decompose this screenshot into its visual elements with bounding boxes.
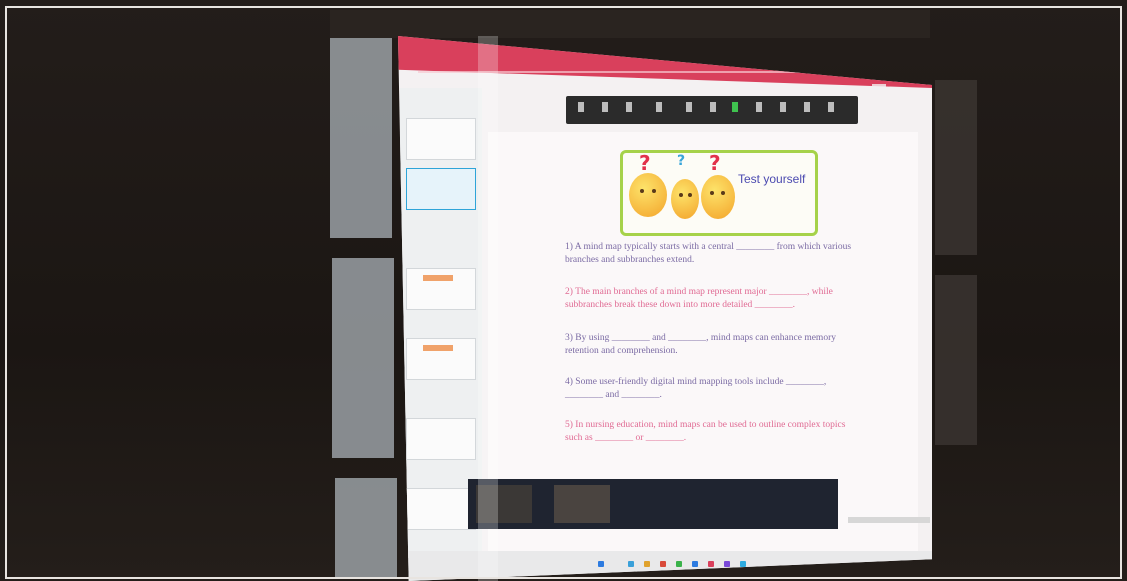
photo-border: [5, 6, 1122, 579]
